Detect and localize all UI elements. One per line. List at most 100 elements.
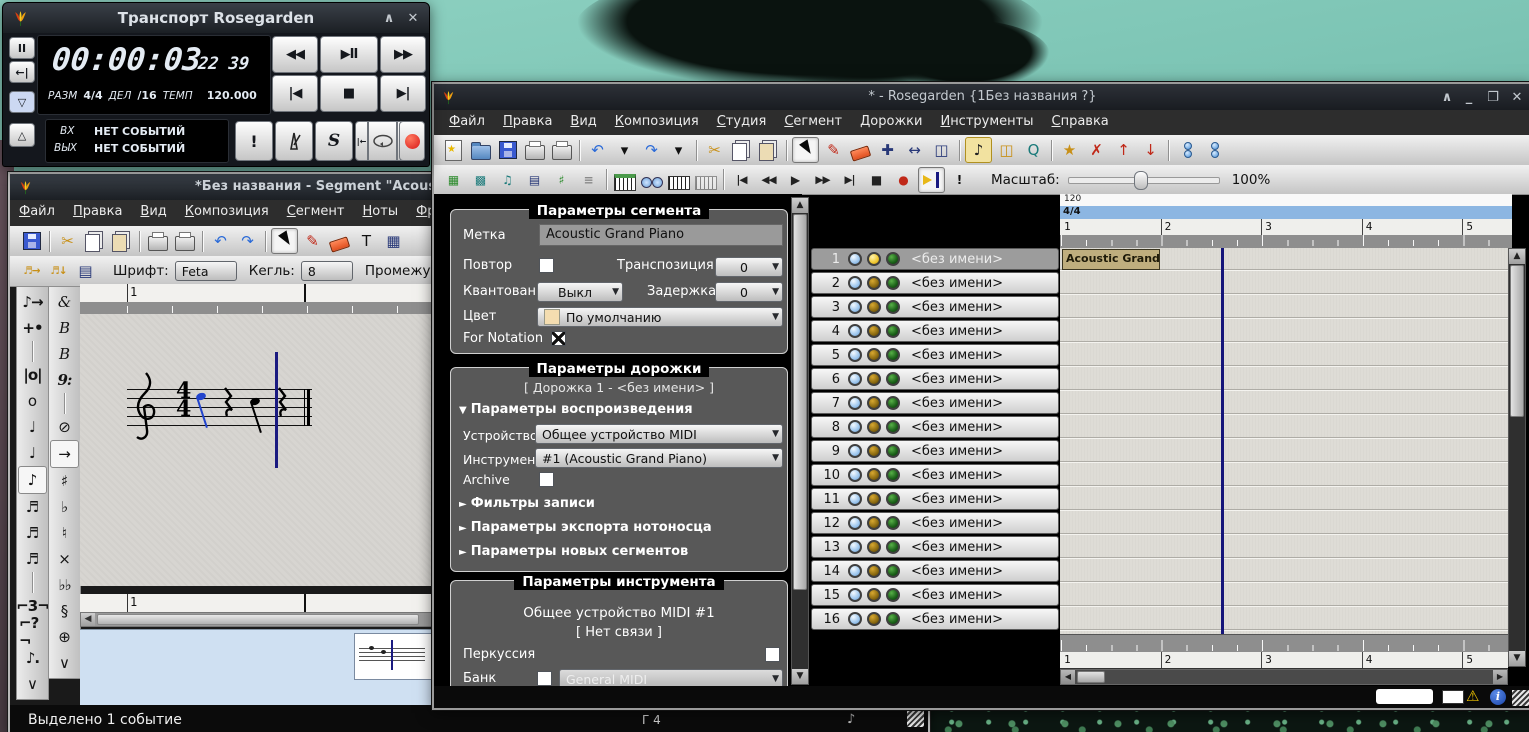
track-record-led[interactable] bbox=[867, 444, 881, 458]
draw-tool-button[interactable]: ✎ bbox=[821, 138, 846, 162]
menu-item[interactable]: Композиция bbox=[606, 110, 708, 132]
treble-clef-button[interactable]: & bbox=[51, 289, 78, 315]
scroll-up-icon[interactable]: ▲ bbox=[1509, 249, 1525, 264]
track-instrument-led[interactable] bbox=[886, 564, 900, 578]
track-row[interactable]: 2<без имени> bbox=[811, 272, 1059, 294]
track-mute-led[interactable] bbox=[848, 348, 862, 362]
range-button[interactable]: ◫ bbox=[994, 138, 1019, 162]
solo-button[interactable]: S bbox=[315, 121, 353, 161]
sixty-fourth-note-button[interactable]: ♬ bbox=[19, 546, 46, 572]
record-button[interactable] bbox=[399, 121, 425, 161]
track-instrument-led[interactable] bbox=[886, 420, 900, 434]
track-mute-led[interactable] bbox=[848, 492, 862, 506]
paste-button[interactable] bbox=[756, 138, 781, 162]
sixteenth-note-button[interactable]: ♬ bbox=[19, 494, 46, 520]
track-mute-led[interactable] bbox=[848, 564, 862, 578]
menu-item[interactable]: Студия bbox=[708, 110, 776, 132]
track-instrument-led[interactable] bbox=[886, 348, 900, 362]
loop-start-button[interactable]: |← bbox=[355, 121, 368, 161]
playback-pointer[interactable] bbox=[275, 352, 278, 468]
track-name[interactable]: <без имени> bbox=[911, 300, 1003, 315]
track-row[interactable]: 16<без имени> bbox=[811, 608, 1059, 630]
tuplet-button[interactable]: ⌐?¬ bbox=[19, 619, 46, 645]
track-row[interactable]: 1<без имени> bbox=[811, 248, 1059, 270]
menu-item[interactable]: Дорожки bbox=[851, 110, 931, 132]
eighth-note-button[interactable]: ♪ bbox=[18, 466, 47, 494]
track-name[interactable]: <без имени> bbox=[911, 540, 1003, 555]
track-mute-led[interactable] bbox=[848, 420, 862, 434]
scroll-right-icon[interactable]: ▶ bbox=[1493, 670, 1507, 684]
track-record-led[interactable] bbox=[867, 348, 881, 362]
audio-mixer-button[interactable] bbox=[693, 168, 718, 192]
track-row[interactable]: 3<без имени> bbox=[811, 296, 1059, 318]
menu-item[interactable]: Правка bbox=[64, 200, 131, 222]
track-mute-led[interactable] bbox=[848, 540, 862, 554]
undo-button[interactable]: ↶ bbox=[208, 229, 233, 253]
arm-all-tracks-button[interactable] bbox=[1201, 138, 1226, 162]
midi-mixer-button[interactable] bbox=[612, 168, 637, 192]
segment-canvas[interactable]: Acoustic Grand P bbox=[1060, 248, 1508, 634]
redo-dropdown-button[interactable]: ▾ bbox=[666, 138, 691, 162]
record-button[interactable]: ● bbox=[891, 168, 916, 192]
track-record-led[interactable] bbox=[867, 588, 881, 602]
rewind-button[interactable]: ◀◀ bbox=[756, 168, 781, 192]
menu-item[interactable]: Справка bbox=[1043, 110, 1118, 132]
flat-button[interactable]: ♭ bbox=[51, 494, 78, 520]
loop-button[interactable] bbox=[368, 121, 397, 161]
synth-plugins-button[interactable] bbox=[666, 168, 691, 192]
scroll-thumb[interactable] bbox=[793, 214, 807, 590]
menu-item[interactable]: Вид bbox=[131, 200, 175, 222]
resize-grip[interactable] bbox=[907, 711, 924, 727]
for-notation-checkbox[interactable] bbox=[551, 331, 566, 346]
draw-tool-button[interactable]: ✎ bbox=[300, 229, 325, 253]
menu-item[interactable]: Файл bbox=[10, 200, 64, 222]
new-file-button[interactable] bbox=[441, 138, 466, 162]
track-name[interactable]: <без имени> bbox=[911, 420, 1003, 435]
device-select[interactable]: Общее устройство MIDI▼ bbox=[535, 424, 783, 444]
info-icon[interactable]: i bbox=[1490, 689, 1506, 705]
track-mute-led[interactable] bbox=[848, 468, 862, 482]
track-instrument-led[interactable] bbox=[886, 492, 900, 506]
undo-button[interactable]: ↶ bbox=[585, 138, 610, 162]
breve-button[interactable]: |o| bbox=[19, 362, 46, 388]
extend-selection-button[interactable]: +• bbox=[19, 315, 46, 341]
menu-item[interactable]: Композиция bbox=[176, 200, 278, 222]
undo-dropdown-button[interactable]: ▾ bbox=[612, 138, 637, 162]
track-mute-led[interactable] bbox=[848, 444, 862, 458]
rewind-to-start-button[interactable]: |◀ bbox=[729, 168, 754, 192]
alto-clef-button[interactable]: B bbox=[51, 315, 78, 341]
open-matrix-editor-button[interactable]: ▦ bbox=[441, 168, 466, 192]
scroll-up-icon[interactable]: ▲ bbox=[792, 198, 808, 213]
stop-button[interactable]: ■ bbox=[320, 75, 378, 112]
split-tool-button[interactable]: ◫ bbox=[929, 138, 954, 162]
metronome-button[interactable] bbox=[275, 121, 313, 161]
shade-button[interactable]: ∧ bbox=[1437, 90, 1457, 105]
stop-button[interactable]: ■ bbox=[864, 168, 889, 192]
track-record-led[interactable] bbox=[867, 372, 881, 386]
record-filters-section[interactable]: ►Фильтры записи bbox=[459, 496, 595, 511]
thirty-second-note-button[interactable]: ♬ bbox=[19, 520, 46, 546]
instrument-select[interactable]: #1 (Acoustic Grand Piano)▼ bbox=[535, 448, 783, 468]
canvas-h-scrollbar[interactable]: ◀ ▶ bbox=[1060, 669, 1508, 685]
resize-grip[interactable] bbox=[1512, 690, 1529, 706]
track-record-led[interactable] bbox=[867, 252, 881, 266]
track-instrument-led[interactable] bbox=[886, 588, 900, 602]
continuous-page-layout-button[interactable]: ♬↓ bbox=[46, 259, 71, 283]
cut-button[interactable]: ✂ bbox=[55, 229, 80, 253]
zoom-slider[interactable] bbox=[1068, 170, 1218, 189]
half-note-button[interactable]: ♩ bbox=[19, 414, 46, 440]
audio-meters-button[interactable] bbox=[639, 168, 664, 192]
track-name[interactable]: <без имени> bbox=[911, 516, 1003, 531]
track-name[interactable]: <без имени> bbox=[911, 252, 1003, 267]
resize-tool-button[interactable]: ↔ bbox=[902, 138, 927, 162]
open-notation-editor-button[interactable]: ♫ bbox=[495, 168, 520, 192]
double-flat-button[interactable]: ♭♭ bbox=[51, 572, 78, 598]
shade-button[interactable]: ∧ bbox=[379, 11, 399, 26]
track-record-led[interactable] bbox=[867, 540, 881, 554]
canvas-v-scrollbar[interactable]: ▲ ▼ bbox=[1508, 248, 1526, 667]
print-button[interactable] bbox=[145, 229, 170, 253]
track-record-led[interactable] bbox=[867, 492, 881, 506]
minimize-button[interactable]: _ bbox=[1459, 90, 1479, 105]
track-mute-led[interactable] bbox=[848, 276, 862, 290]
track-row[interactable]: 5<без имени> bbox=[811, 344, 1059, 366]
